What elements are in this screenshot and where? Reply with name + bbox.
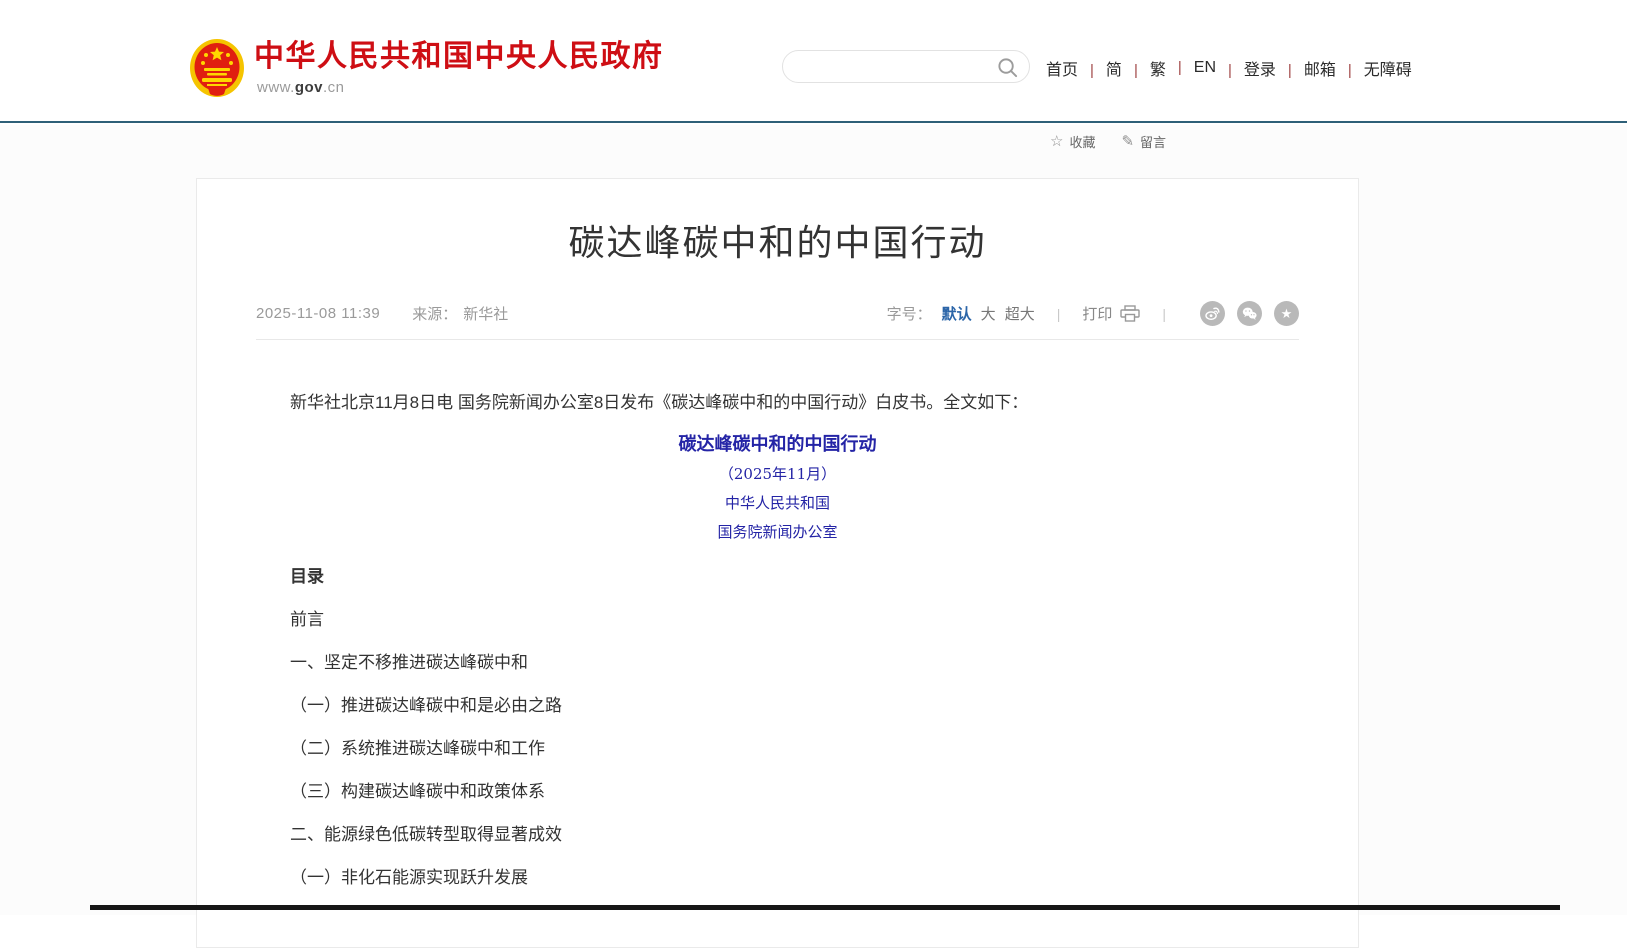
source-value: 新华社	[463, 303, 508, 324]
favorite-link[interactable]: ☆ 收藏	[1050, 132, 1095, 151]
nav-item[interactable]: 简	[1078, 56, 1122, 80]
site-header: 中华人民共和国中央人民政府 www.gov.cn 首页简繁EN登录邮箱无障碍	[0, 0, 1627, 123]
document-issuer-office: 国务院新闻办公室	[256, 522, 1299, 542]
font-size-default[interactable]: 默认	[942, 303, 972, 324]
nav-item[interactable]: 登录	[1216, 56, 1276, 80]
search-input[interactable]	[783, 51, 1029, 82]
message-label: 留言	[1140, 132, 1166, 151]
divider: |	[1162, 306, 1166, 322]
nav-item[interactable]: 邮箱	[1276, 56, 1336, 80]
meta-right: 字号： 默认 大 超大 | 打印 |	[887, 301, 1299, 326]
document-issuer-country: 中华人民共和国	[256, 493, 1299, 513]
toc-item: 一、坚定不移推进碳达峰碳中和	[256, 652, 1299, 674]
document-date: （2025年11月）	[256, 464, 1299, 484]
nav-item[interactable]: 首页	[1046, 56, 1078, 80]
font-size-label: 字号：	[887, 303, 932, 324]
national-emblem-icon	[189, 38, 245, 98]
article-card: 碳达峰碳中和的中国行动 2025-11-08 11:39 来源： 新华社 字号：…	[196, 178, 1359, 948]
site-url: www.gov.cn	[257, 79, 664, 96]
quicklinks: ☆ 收藏 ✎ 留言	[1050, 132, 1166, 151]
article-meta: 2025-11-08 11:39 来源： 新华社 字号： 默认 大 超大 | 打…	[256, 301, 1299, 326]
nav-item[interactable]: 无障碍	[1336, 56, 1412, 80]
logo-text: 中华人民共和国中央人民政府 www.gov.cn	[254, 38, 664, 96]
site-url-suffix: .cn	[323, 79, 345, 96]
site-logo[interactable]: 中华人民共和国中央人民政府 www.gov.cn	[189, 38, 664, 98]
font-size-xlarge[interactable]: 超大	[1005, 303, 1035, 324]
message-link[interactable]: ✎ 留言	[1121, 132, 1166, 151]
print-button[interactable]: 打印	[1082, 303, 1140, 324]
source-label: 来源：	[412, 303, 457, 324]
toc-item: （一）推进碳达峰碳中和是必由之路	[256, 695, 1299, 717]
nav-item[interactable]: 繁	[1122, 56, 1166, 80]
top-nav: 首页简繁EN登录邮箱无障碍	[1046, 56, 1412, 80]
wechat-icon	[1241, 305, 1258, 322]
meta-left: 2025-11-08 11:39 来源： 新华社	[256, 303, 508, 324]
weibo-share-icon[interactable]	[1200, 301, 1225, 326]
search-box	[782, 50, 1030, 83]
footer-top-bar	[90, 905, 1560, 910]
print-label: 打印	[1082, 303, 1112, 324]
search-icon[interactable]	[997, 57, 1018, 78]
page: 中华人民共和国中央人民政府 www.gov.cn 首页简繁EN登录邮箱无障碍 ☆…	[0, 0, 1627, 915]
nav-item[interactable]: EN	[1166, 59, 1216, 77]
toc-item: （二）系统推进碳达峰碳中和工作	[256, 738, 1299, 760]
publish-date: 2025-11-08 11:39	[256, 305, 380, 322]
meta-divider-line	[256, 339, 1299, 340]
toc-item: （三）构建碳达峰碳中和政策体系	[256, 781, 1299, 803]
toc-item: （一）非化石能源实现跃升发展	[256, 867, 1299, 889]
printer-icon	[1120, 305, 1140, 322]
divider: |	[1057, 306, 1061, 322]
article-title: 碳达峰碳中和的中国行动	[256, 221, 1299, 265]
font-size-large[interactable]: 大	[981, 303, 996, 324]
lead-paragraph: 新华社北京11月8日电 国务院新闻办公室8日发布《碳达峰碳中和的中国行动》白皮书…	[256, 390, 1299, 416]
wechat-share-icon[interactable]	[1237, 301, 1262, 326]
weibo-icon	[1204, 305, 1221, 322]
site-title: 中华人民共和国中央人民政府	[254, 40, 664, 74]
document-title: 碳达峰碳中和的中国行动	[256, 433, 1299, 455]
favorite-label: 收藏	[1069, 132, 1095, 151]
toc-item: 前言	[256, 609, 1299, 631]
toc-list: 前言一、坚定不移推进碳达峰碳中和 （一）推进碳达峰碳中和是必由之路 （二）系统推进碳…	[256, 609, 1299, 889]
qzone-star-share-icon[interactable]: ★	[1274, 301, 1299, 326]
pencil-icon: ✎	[1121, 134, 1134, 149]
site-url-prefix: www.	[257, 79, 295, 96]
star-outline-icon: ☆	[1050, 134, 1063, 149]
site-url-gov: gov	[295, 79, 323, 96]
toc-item: 二、能源绿色低碳转型取得显著成效	[256, 824, 1299, 846]
toc-heading: 目录	[256, 566, 1299, 588]
